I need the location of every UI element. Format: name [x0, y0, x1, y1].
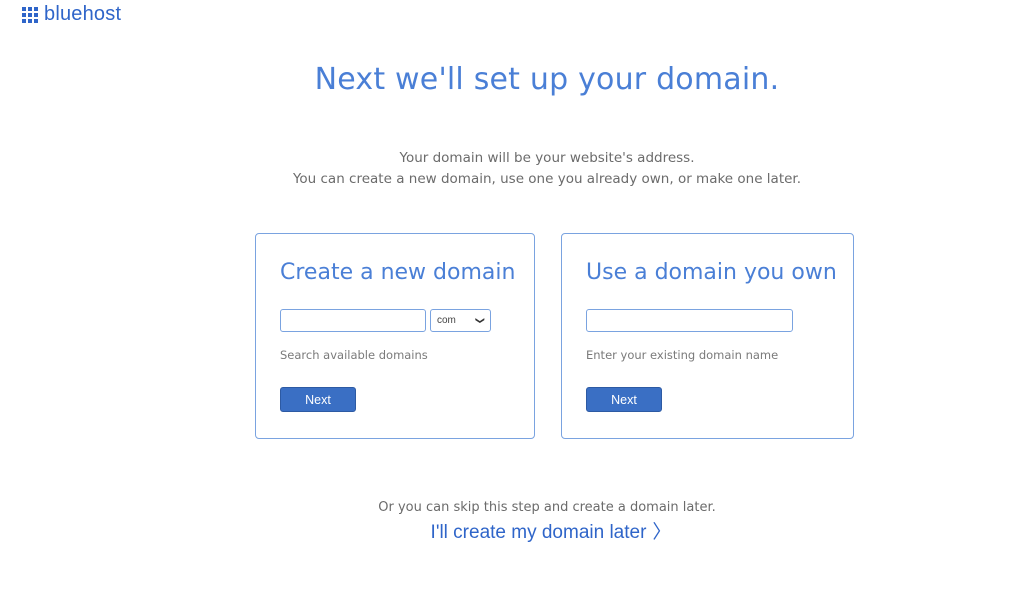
grid-icon [22, 6, 38, 23]
subtitle-line-1: Your domain will be your website's addre… [399, 150, 695, 166]
create-domain-hint: Search available domains [280, 348, 428, 362]
existing-domain-input[interactable] [586, 309, 793, 332]
create-domain-next-button[interactable]: Next [280, 387, 356, 412]
page: bluehost Next we'll set up your domain. … [0, 0, 1024, 589]
page-title: Next we'll set up your domain. [314, 62, 780, 97]
own-domain-title: Use a domain you own [586, 260, 837, 285]
subtitle-line-2: You can create a new domain, use one you… [292, 171, 802, 187]
skip-link-label: I'll create my domain later [430, 522, 647, 543]
own-domain-card: Use a domain you own Enter your existing… [561, 233, 854, 439]
create-domain-card: Create a new domain com ❯ Search availab… [255, 233, 535, 439]
own-domain-next-button[interactable]: Next [586, 387, 662, 412]
create-domain-later-link[interactable]: I'll create my domain later 〉 [0, 517, 1024, 544]
brand-name: bluehost [44, 3, 122, 25]
tld-select[interactable]: com ❯ [430, 309, 491, 332]
tld-selected-value: com [437, 315, 456, 326]
own-domain-hint: Enter your existing domain name [586, 348, 779, 362]
create-domain-title: Create a new domain [280, 260, 516, 285]
chevron-right-icon: 〉 [652, 522, 672, 543]
chevron-down-icon: ❯ [475, 316, 486, 325]
skip-text: Or you can skip this step and create a d… [378, 500, 716, 515]
page-subtitle: Your domain will be your website's addre… [0, 148, 1024, 190]
bluehost-logo[interactable]: bluehost [22, 3, 121, 26]
new-domain-input[interactable] [280, 309, 426, 332]
